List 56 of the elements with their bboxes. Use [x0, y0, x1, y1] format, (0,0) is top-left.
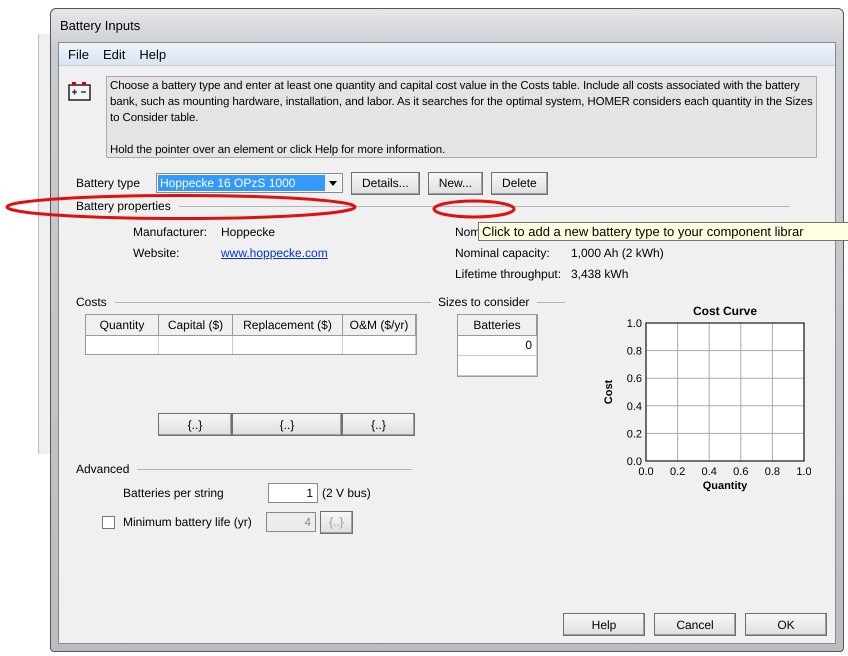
menu-item[interactable]: File [61, 46, 96, 62]
property-label: Manufacturer: [133, 225, 208, 239]
dialog-button[interactable]: OK [745, 613, 827, 636]
tooltip: Click to add a new battery type to your component librar [478, 222, 848, 241]
property-value: Hoppecke [221, 225, 276, 239]
field-label: Batteries per string [123, 486, 225, 500]
section-title: Sizes to consider [438, 295, 530, 309]
section-title: Advanced [76, 462, 130, 476]
column-header: Batteries [458, 315, 537, 336]
tick-label: 0.4 [702, 466, 717, 478]
table-cell[interactable] [458, 356, 537, 376]
tick-label: 1.0 [626, 318, 642, 330]
dialog-button[interactable]: Details... [351, 172, 420, 194]
section-title: Battery properties [76, 199, 171, 213]
number-field[interactable]: 1 [268, 483, 318, 503]
field-label: Battery type [76, 176, 142, 190]
tick-label: 0.0 [638, 466, 654, 478]
info-text: Choose a battery type and enter at least one quantity and capital cost value in the Costs table. Include all costs associated with the battery bank, such as mounting hardware, installation, and labor. As it searches for the optimal system, HOMER considers each quantity in the Sizes to Consider table. [110, 79, 813, 126]
chart-title: Cost Curve [693, 304, 757, 318]
table-button[interactable]: {..} [232, 413, 342, 436]
column-header: Replacement ($) [233, 315, 343, 336]
tick-label: 0.4 [626, 400, 642, 413]
menu-item[interactable]: Edit [96, 46, 132, 62]
property-value: 1,000 Ah (2 kWh) [571, 246, 664, 260]
tick-label: 0.8 [764, 466, 780, 478]
column-header: Capital ($) [159, 315, 233, 336]
axis-label: Quantity [702, 480, 748, 492]
dialog-button[interactable]: Cancel [654, 613, 736, 636]
section-title: Costs [76, 295, 107, 309]
property-label: Lifetime throughput: [455, 267, 562, 281]
website-link[interactable]: www.hoppecke.com [221, 246, 455, 260]
tick-label: 0.0 [626, 456, 642, 468]
window-title: Battery Inputs [60, 18, 140, 33]
property-value: 3,438 kWh [571, 267, 630, 281]
tick-label: 0.8 [626, 346, 642, 358]
property-label: Website: [133, 246, 180, 260]
table-button[interactable]: {..} [342, 413, 415, 436]
property-label: Nominal capacity: [455, 246, 550, 260]
table-button[interactable]: {..} [158, 413, 232, 436]
tick-label: 0.6 [733, 466, 748, 478]
hint-text: Hold the pointer over an element or click Help for more information. [110, 143, 446, 158]
dialog-button[interactable]: New... [428, 172, 484, 194]
column-header: Quantity [86, 315, 159, 336]
tick-label: 1.0 [796, 466, 811, 478]
tick-label: 0.2 [626, 428, 642, 440]
dialog-button[interactable]: Help [563, 613, 645, 636]
battery-icon [67, 80, 93, 102]
table-cell[interactable]: 0 [458, 336, 537, 356]
axis-label: Cost [603, 380, 615, 404]
menu-item[interactable]: Help [132, 46, 174, 62]
column-header: O&M ($/yr) [343, 315, 416, 336]
dialog-button[interactable]: Delete [491, 172, 548, 194]
checkbox-label: Minimum battery life (yr) [123, 515, 253, 529]
tick-label: 0.6 [626, 373, 642, 386]
tick-label: 0.2 [670, 466, 686, 478]
unit-label: (2 V bus) [322, 486, 371, 500]
